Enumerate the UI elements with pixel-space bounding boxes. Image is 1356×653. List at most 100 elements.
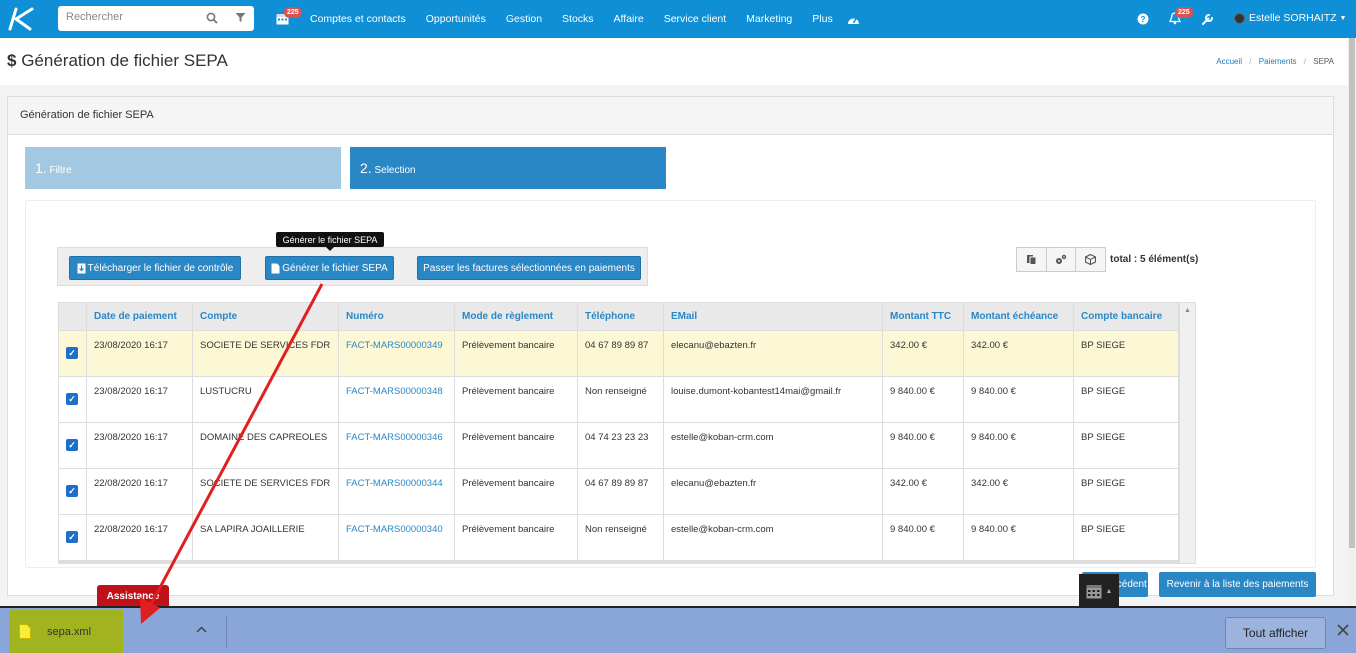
header-montant-ttc[interactable]: Montant TTC [883,303,964,331]
cell-numero[interactable]: FACT-MARS00000348 [339,377,455,423]
breadcrumb-sepa: SEPA [1313,57,1334,66]
row-checkbox[interactable]: ✓ [66,439,78,451]
cell-date: 23/08/2020 16:17 [87,377,193,423]
nav-opportunites[interactable]: Opportunités [426,13,486,25]
cell-email: estelle@koban-crm.com [664,515,883,561]
page-scrollbar[interactable] [1348,38,1356,604]
nav-comptes-contacts[interactable]: Comptes et contacts [310,13,406,25]
header-numero[interactable]: Numéro [339,303,455,331]
header-compte[interactable]: Compte [193,303,339,331]
scroll-up-icon[interactable]: ▲ [1184,307,1191,314]
cell-compte: SA LAPIRA JOAILLERIE [193,515,339,561]
cell-montant-ttc: 9 840.00 € [883,515,964,561]
cell-compte-bancaire: BP SIEGE [1074,331,1179,377]
cell-compte: SOCIETE DE SERVICES FDR [193,469,339,515]
settings-button[interactable] [1047,248,1077,271]
breadcrumb-paiements[interactable]: Paiements [1259,57,1297,66]
grid-header: Date de paiement Compte Numéro Mode de r… [59,303,1179,331]
close-icon[interactable] [1337,624,1349,636]
page-scrollbar-thumb[interactable] [1349,38,1355,548]
show-all-button[interactable]: Tout afficher [1225,617,1326,649]
cell-montant-ttc: 342.00 € [883,469,964,515]
cell-mode: Prélèvement bancaire [455,377,578,423]
step-filtre[interactable]: 1. Filtre [25,147,341,189]
search-input[interactable] [66,11,196,23]
row-checkbox[interactable]: ✓ [66,393,78,405]
back-to-payments-button[interactable]: Revenir à la liste des paiements [1159,572,1316,597]
download-control-file-button[interactable]: Télécharger le fichier de contrôle [69,256,241,280]
header-email[interactable]: EMail [664,303,883,331]
header-mode[interactable]: Mode de règlement [455,303,578,331]
cell-select: ✓ [59,377,87,423]
filter-icon[interactable] [235,12,246,23]
total-count: total : 5 élément(s) [1110,254,1199,265]
header-compte-bancaire[interactable]: Compte bancaire [1074,303,1179,331]
cell-numero[interactable]: FACT-MARS00000344 [339,469,455,515]
download-item[interactable]: sepa.xml [9,610,123,653]
cell-telephone: 04 74 23 23 23 [578,423,664,469]
cell-compte-bancaire: BP SIEGE [1074,377,1179,423]
search-icon[interactable] [206,12,218,24]
cell-montant-echeance: 9 840.00 € [964,423,1074,469]
cell-numero[interactable]: FACT-MARS00000346 [339,423,455,469]
nav-gestion[interactable]: Gestion [506,13,542,25]
grid-horizontal-scrollbar[interactable] [59,561,1179,563]
cell-montant-ttc: 9 840.00 € [883,423,964,469]
breadcrumb-accueil[interactable]: Accueil [1216,57,1242,66]
cell-select: ✓ [59,469,87,515]
calendar-widget[interactable]: ▲ [1079,574,1119,608]
caret-down-icon: ▼ [1339,14,1347,22]
step-label: Filtre [49,165,72,176]
cell-compte-bancaire: BP SIEGE [1074,423,1179,469]
table-row[interactable]: ✓ 23/08/2020 16:17 LUSTUCRU FACT-MARS000003… [59,377,1179,423]
cell-select: ✓ [59,331,87,377]
nav-affaire[interactable]: Affaire [614,13,644,25]
cell-numero[interactable]: FACT-MARS00000349 [339,331,455,377]
file-icon [271,263,280,273]
cell-select: ✓ [59,423,87,469]
cell-telephone: Non renseigné [578,377,664,423]
assistance-tab[interactable]: Assistance [97,585,169,607]
dashboard-icon[interactable] [847,14,860,25]
copy-button[interactable] [1017,248,1047,271]
pass-invoices-button[interactable]: Passer les factures sélectionnées en pai… [417,256,641,280]
nav-marketing[interactable]: Marketing [746,13,792,25]
cell-numero[interactable]: FACT-MARS00000340 [339,515,455,561]
cell-telephone: 04 67 89 89 87 [578,469,664,515]
cell-montant-ttc: 9 840.00 € [883,377,964,423]
grid-vertical-scrollbar[interactable]: ▲ [1179,303,1195,563]
row-checkbox[interactable]: ✓ [66,347,78,359]
clipboard-icon [1026,255,1037,265]
table-row[interactable]: ✓ 23/08/2020 16:17 SOCIETE DE SERVICES FDR… [59,331,1179,377]
cell-date: 22/08/2020 16:17 [87,469,193,515]
table-row[interactable]: ✓ 23/08/2020 16:17 DOMAINE DES CAPREOLES FA… [59,423,1179,469]
page-header: $ Génération de fichier SEPA Accueil / P… [0,38,1348,85]
chevron-up-icon[interactable] [196,626,207,633]
cell-date: 23/08/2020 16:17 [87,423,193,469]
wrench-icon[interactable] [1202,13,1214,25]
export-button[interactable] [1076,248,1105,271]
nav-plus[interactable]: Plus [812,13,832,25]
cell-compte: SOCIETE DE SERVICES FDR [193,331,339,377]
header-date[interactable]: Date de paiement [87,303,193,331]
step-selection[interactable]: 2. Selection [350,147,666,189]
table-row[interactable]: ✓ 22/08/2020 16:17 SOCIETE DE SERVICES FDR… [59,469,1179,515]
header-select [59,303,87,331]
header-montant-echeance[interactable]: Montant échéance [964,303,1074,331]
tooltip: Générer le fichier SEPA [276,232,384,251]
calendar-icon [1086,585,1102,599]
help-icon[interactable]: ? [1137,13,1149,25]
table-row[interactable]: ✓ 22/08/2020 16:17 SA LAPIRA JOAILLERIE FAC… [59,515,1179,561]
header-telephone[interactable]: Téléphone [578,303,664,331]
generate-sepa-button[interactable]: Générer le fichier SEPA [265,256,394,280]
page-title-text: Génération de fichier SEPA [21,51,228,70]
row-checkbox[interactable]: ✓ [66,485,78,497]
step-number: 2. [360,160,372,176]
nav-service-client[interactable]: Service client [664,13,726,25]
koban-logo[interactable] [6,5,36,33]
cell-montant-ttc: 342.00 € [883,331,964,377]
row-checkbox[interactable]: ✓ [66,531,78,543]
nav-stocks[interactable]: Stocks [562,13,594,25]
dollar-icon: $ [7,51,17,70]
user-menu[interactable]: Estelle SORHAITZ ▼ [1234,12,1346,24]
